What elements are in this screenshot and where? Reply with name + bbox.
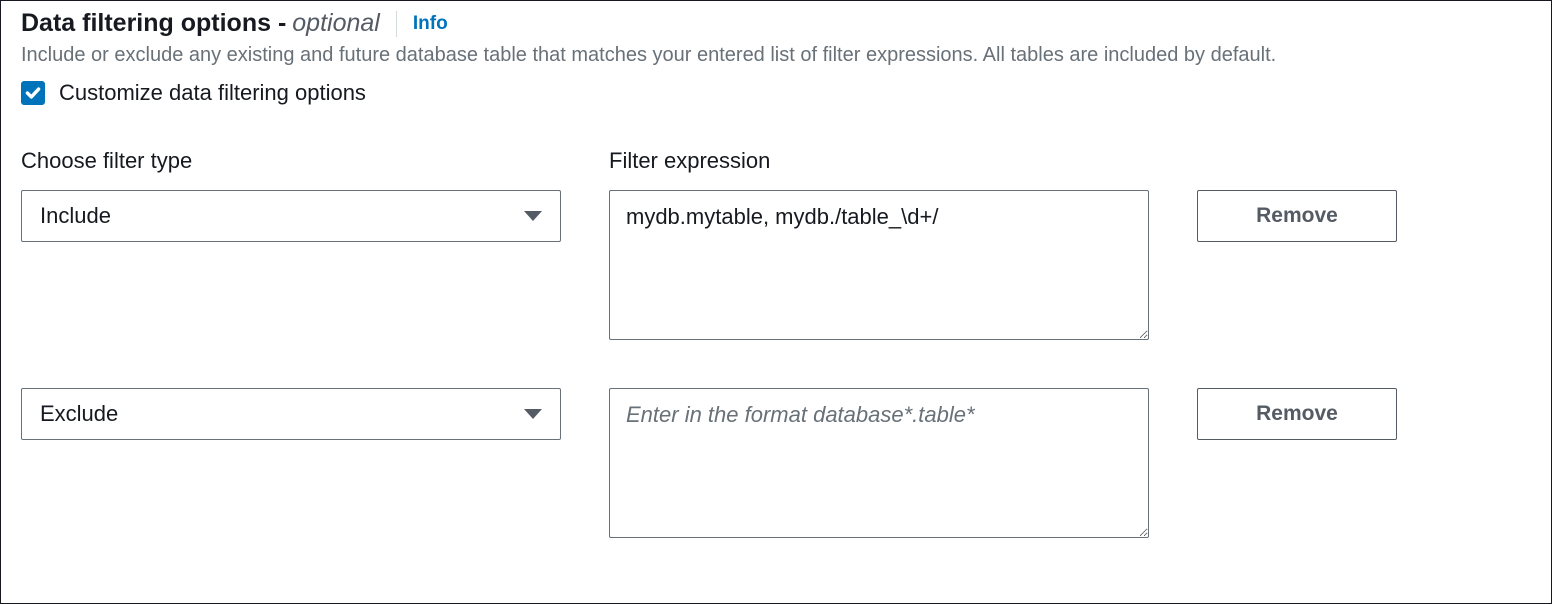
customize-checkbox-label: Customize data filtering options bbox=[59, 80, 366, 106]
data-filtering-panel: Data filtering options - optional Info I… bbox=[0, 0, 1552, 604]
chevron-down-icon bbox=[524, 211, 542, 221]
remove-button[interactable]: Remove bbox=[1197, 388, 1397, 440]
panel-header: Data filtering options - optional Info bbox=[21, 9, 1531, 38]
filter-row: Exclude Remove bbox=[21, 388, 1531, 538]
filter-type-select[interactable]: Exclude bbox=[21, 388, 561, 440]
filter-type-select[interactable]: Include bbox=[21, 190, 561, 242]
check-icon bbox=[24, 84, 42, 102]
panel-description: Include or exclude any existing and futu… bbox=[21, 40, 1521, 70]
filter-expression-input[interactable] bbox=[609, 388, 1149, 538]
filter-type-value: Exclude bbox=[40, 401, 118, 427]
column-labels-row: Choose filter type Filter expression bbox=[21, 148, 1531, 174]
panel-title-optional: optional bbox=[292, 9, 380, 38]
filters-area: Choose filter type Filter expression Inc… bbox=[21, 148, 1531, 538]
chevron-down-icon bbox=[524, 409, 542, 419]
info-link[interactable]: Info bbox=[413, 13, 448, 35]
filter-type-label: Choose filter type bbox=[21, 148, 192, 173]
filter-expression-label: Filter expression bbox=[609, 148, 770, 173]
header-divider bbox=[396, 11, 397, 37]
filter-row: Include Remove bbox=[21, 190, 1531, 340]
customize-checkbox-row: Customize data filtering options bbox=[21, 80, 1531, 106]
panel-title: Data filtering options - bbox=[21, 9, 286, 38]
remove-button[interactable]: Remove bbox=[1197, 190, 1397, 242]
filter-type-value: Include bbox=[40, 203, 111, 229]
customize-checkbox[interactable] bbox=[21, 81, 45, 105]
filter-expression-input[interactable] bbox=[609, 190, 1149, 340]
